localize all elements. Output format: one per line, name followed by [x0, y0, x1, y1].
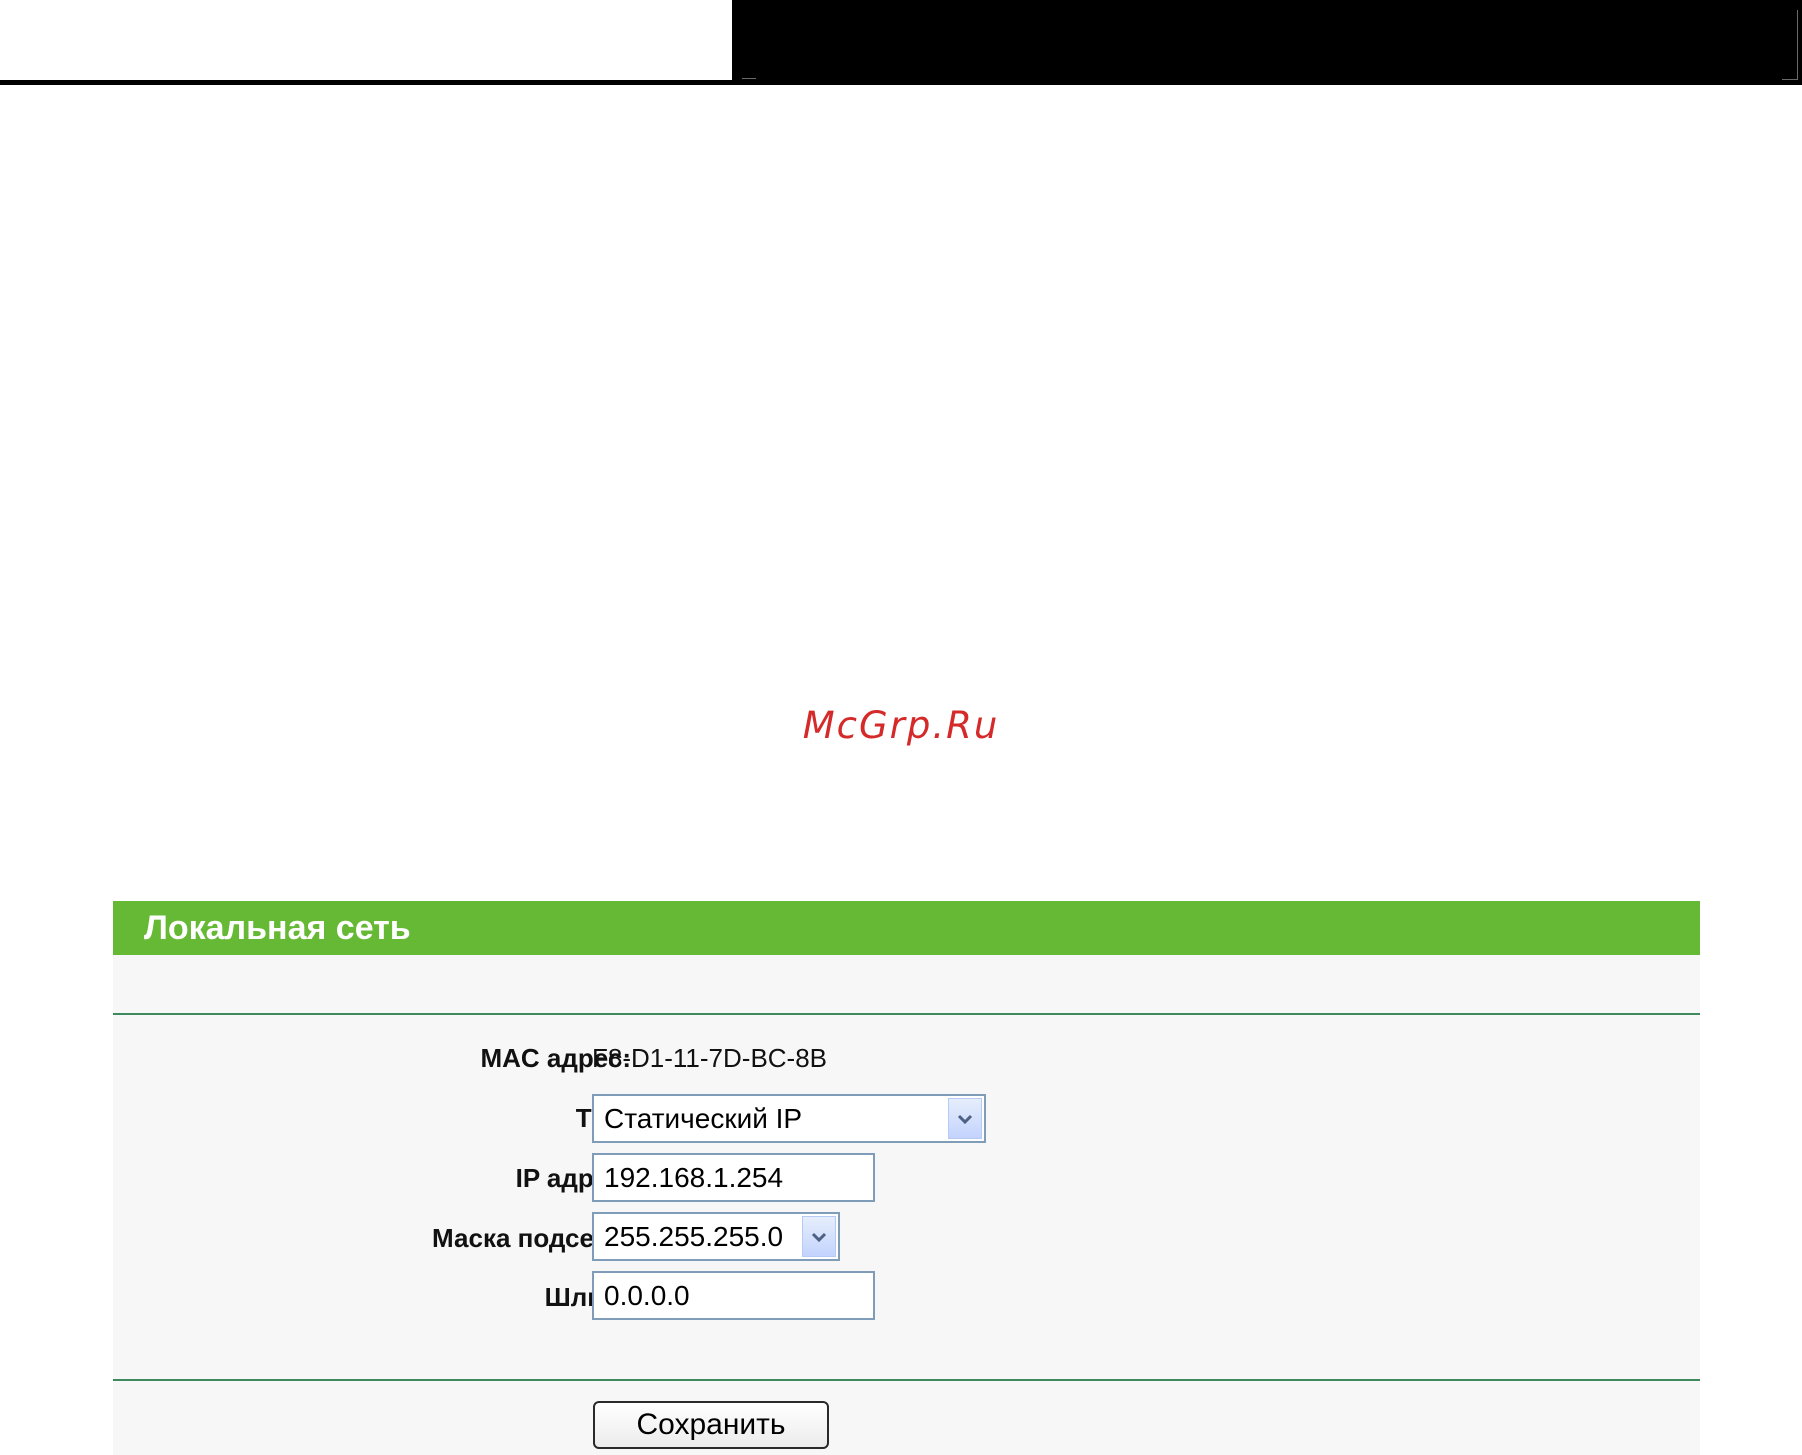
gateway-value: 0.0.0.0 — [604, 1279, 690, 1311]
ip-address-value: 192.168.1.254 — [604, 1161, 784, 1193]
chevron-down-icon[interactable] — [802, 1216, 836, 1257]
watermark: McGrp.Ru — [802, 704, 1000, 747]
type-select-value: Статический IP — [604, 1102, 803, 1134]
panel-header: Локальная сеть — [113, 901, 1700, 955]
chevron-down-icon[interactable] — [948, 1098, 982, 1139]
gateway-input[interactable]: 0.0.0.0 — [592, 1271, 875, 1320]
subnet-mask-select[interactable]: 255.255.255.0 — [592, 1212, 840, 1261]
document-header-rule — [0, 80, 732, 85]
mac-address-value: F8-D1-11-7D-BC-8B — [592, 1043, 828, 1073]
crop-mark — [1782, 79, 1798, 80]
ip-address-input[interactable]: 192.168.1.254 — [592, 1153, 875, 1202]
crop-mark — [742, 78, 756, 79]
crop-mark — [1797, 10, 1798, 80]
subnet-mask-value: 255.255.255.0 — [604, 1220, 784, 1252]
lan-settings-panel: Локальная сеть MAC адрес: F8-D1-11-7D-BC… — [113, 901, 1700, 1455]
page-title: Локальная сеть — [144, 909, 411, 947]
save-button[interactable]: Сохранить — [593, 1401, 829, 1449]
type-select[interactable]: Статический IP — [592, 1094, 986, 1143]
document-header-bar — [732, 0, 1802, 85]
divider — [113, 1013, 1700, 1015]
divider — [113, 1379, 1700, 1381]
